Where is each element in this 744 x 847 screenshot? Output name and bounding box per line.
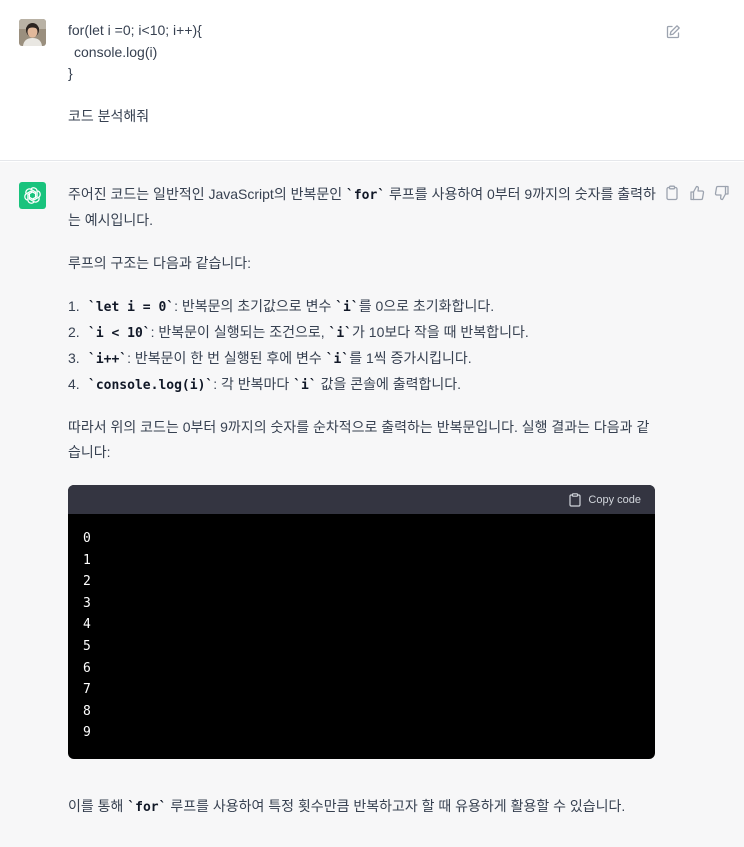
list-number: 4.: [68, 376, 80, 392]
list-number: 1.: [68, 298, 80, 314]
inline-code: `i`: [293, 378, 317, 393]
thumbs-down-icon[interactable]: [714, 185, 730, 201]
code-output-line: 9: [83, 725, 91, 741]
code-output-line: 1: [83, 552, 91, 568]
list-item: 3. `i++`: 반복문이 한 번 실행된 후에 변수 `i`를 1씩 증가시킵…: [68, 346, 658, 372]
code-output-line: 4: [83, 617, 91, 633]
openai-logo-icon: [19, 182, 46, 209]
user-message-text: for(let i =0; i<10; i++){ console.log(i)…: [68, 20, 628, 128]
list-text: 를 0으로 초기화합니다.: [358, 298, 495, 314]
list-item: 2. `i < 10`: 반복문이 실행되는 조건으로, `i`가 10보다 작을…: [68, 320, 658, 346]
code-output-line: 8: [83, 703, 91, 719]
clipboard-icon: [569, 492, 582, 507]
list-number: 2.: [68, 324, 80, 340]
inline-code: `for`: [346, 188, 386, 203]
copy-code-button[interactable]: Copy code: [569, 491, 641, 508]
message-actions: [664, 185, 730, 203]
result-paragraph: 따라서 위의 코드는 0부터 9까지의 숫자를 순차적으로 출력하는 반복문입니…: [68, 419, 650, 460]
user-code-line: console.log(i): [74, 43, 158, 60]
code-output-line: 2: [83, 574, 91, 590]
list-item: 4. `console.log(i)`: 각 반복마다 `i` 값을 콘솔에 출력…: [68, 372, 658, 398]
structure-heading: 루프의 구조는 다음과 같습니다:: [68, 255, 251, 271]
code-block-header: Copy code: [68, 485, 655, 514]
assistant-message-text: 주어진 코드는 일반적인 JavaScript의 반복문인 `for` 루프를 …: [68, 182, 658, 820]
user-code-line: }: [68, 65, 73, 81]
list-number: 3.: [68, 350, 80, 366]
code-output-line: 7: [83, 682, 91, 698]
code-output: 0 1 2 3 4 5 6 7 8 9: [68, 514, 655, 744]
intro-text: 주어진 코드는 일반적인 JavaScript의 반복문인: [68, 186, 347, 202]
conclusion-paragraph: 이를 통해 `for` 루프를 사용하여 특정 횟수만큼 반복하고자 할 때 유…: [68, 794, 658, 820]
assistant-message: 주어진 코드는 일반적인 JavaScript의 반복문인 `for` 루프를 …: [0, 162, 744, 847]
code-output-line: 6: [83, 660, 91, 676]
conclusion-text: 루프를 사용하여 특정 횟수만큼 반복하고자 할 때 유용하게 활용할 수 있습…: [166, 798, 626, 814]
inline-code: `i`: [325, 352, 350, 367]
code-block: Copy code 0 1 2 3 4 5 6 7 8 9: [68, 485, 655, 759]
inline-code: `for`: [127, 800, 167, 815]
conclusion-text: 이를 통해: [68, 798, 128, 814]
intro-paragraph: 주어진 코드는 일반적인 JavaScript의 반복문인 `for` 루프를 …: [68, 182, 658, 233]
inline-code: `i < 10`: [88, 326, 151, 341]
list-text: 가 10보다 작을 때 반복합니다.: [352, 324, 529, 340]
clipboard-icon[interactable]: [664, 185, 680, 201]
list-item: 1. `let i = 0`: 반복문의 초기값으로 변수 `i`를 0으로 초기…: [68, 294, 658, 320]
inline-code: `i++`: [88, 352, 128, 367]
list-text: 값을 콘솔에 출력합니다.: [316, 376, 462, 392]
list-text: : 반복문이 한 번 실행된 후에 변수: [127, 350, 326, 366]
inline-code: `i`: [335, 300, 359, 315]
avatar: [19, 19, 46, 46]
list-text: 를 1씩 증가시킵니다.: [349, 350, 472, 366]
user-message: for(let i =0; i<10; i++){ console.log(i)…: [0, 0, 744, 161]
code-output-line: 5: [83, 638, 91, 654]
code-output-line: 0: [83, 531, 91, 546]
inline-code: `let i = 0`: [88, 300, 175, 315]
copy-code-label: Copy code: [588, 493, 641, 506]
list-text: : 반복문이 실행되는 조건으로,: [150, 324, 329, 340]
inline-code: `i`: [328, 326, 353, 341]
inline-code: `console.log(i)`: [88, 378, 214, 393]
thumbs-up-icon[interactable]: [689, 185, 705, 201]
list-text: : 각 반복마다: [213, 376, 294, 392]
list-text: : 반복문의 초기값으로 변수: [174, 298, 336, 314]
user-request-text: 코드 분석해줘: [68, 108, 150, 124]
user-code-line: for(let i =0; i<10; i++){: [68, 22, 202, 38]
edit-icon[interactable]: [665, 24, 681, 40]
code-output-line: 3: [83, 595, 91, 611]
structure-list: 1. `let i = 0`: 반복문의 초기값으로 변수 `i`를 0으로 초기…: [68, 294, 658, 398]
